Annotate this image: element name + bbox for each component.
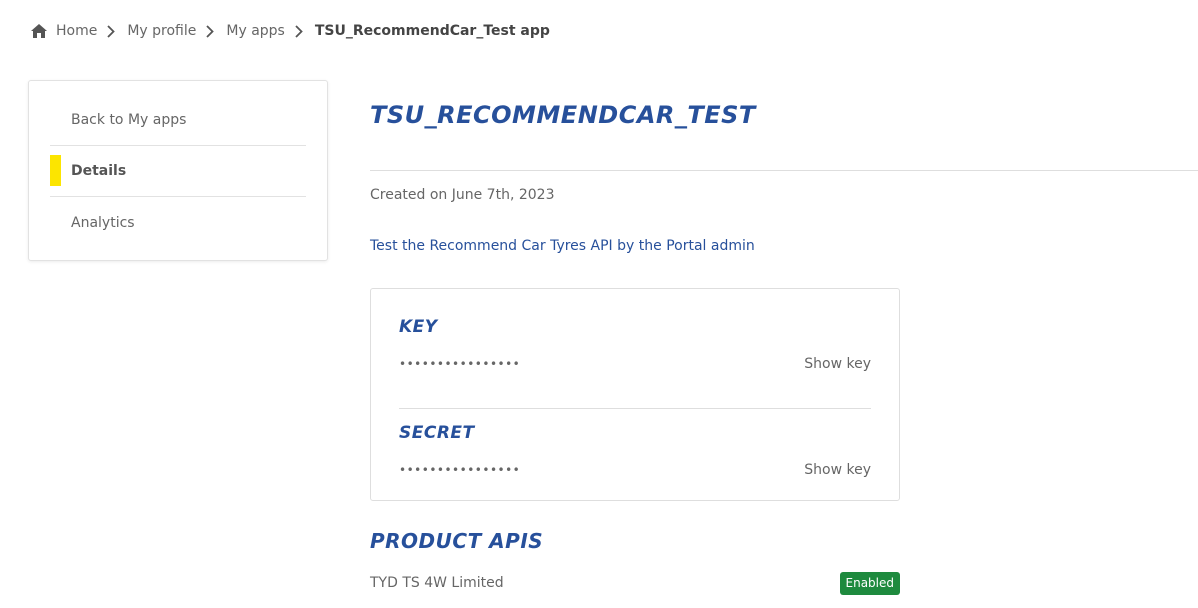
sidebar: Back to My apps Details Analytics: [28, 80, 328, 261]
secret-label: SECRET: [399, 423, 475, 443]
page: Home My profile My apps TSU_RecommendCar…: [0, 0, 1198, 608]
secret-section: SECRET •••••••••••••••• Show key: [399, 408, 871, 502]
main-content: TSU_RECOMMENDCAR_TEST Created on June 7t…: [370, 95, 1198, 595]
sidebar-item-label: Analytics: [71, 214, 135, 231]
sidebar-item-back-to-my-apps[interactable]: Back to My apps: [50, 95, 306, 146]
list-item: TYD TS 4W Limited Enabled: [370, 571, 900, 595]
app-description: Test the Recommend Car Tyres API by the …: [370, 238, 755, 254]
product-apis-heading: PRODUCT APIS: [370, 529, 544, 553]
breadcrumb-my-profile[interactable]: My profile: [127, 23, 196, 39]
show-key-button[interactable]: Show key: [804, 356, 871, 372]
breadcrumb-my-apps[interactable]: My apps: [226, 23, 284, 39]
sidebar-item-analytics[interactable]: Analytics: [50, 197, 306, 248]
home-icon[interactable]: [30, 22, 48, 40]
show-secret-button[interactable]: Show key: [804, 462, 871, 478]
breadcrumb-home[interactable]: Home: [56, 23, 97, 39]
breadcrumb: Home My profile My apps TSU_RecommendCar…: [30, 20, 550, 42]
secret-value-masked: ••••••••••••••••: [399, 463, 521, 477]
created-date: Created on June 7th, 2023: [370, 187, 555, 203]
secret-row: •••••••••••••••• Show key: [399, 460, 871, 480]
breadcrumb-current: TSU_RecommendCar_Test app: [314, 23, 550, 39]
chevron-right-icon: [107, 24, 117, 38]
page-title: TSU_RECOMMENDCAR_TEST: [370, 101, 756, 129]
key-value-masked: ••••••••••••••••: [399, 357, 521, 371]
chevron-right-icon: [295, 24, 305, 38]
active-indicator: [50, 155, 61, 186]
sidebar-item-label: Details: [71, 163, 127, 179]
chevron-right-icon: [206, 24, 216, 38]
key-section: KEY •••••••••••••••• Show key: [399, 317, 871, 408]
divider: [370, 170, 1198, 171]
status-badge: Enabled: [839, 571, 900, 595]
product-name: TYD TS 4W Limited: [370, 575, 504, 591]
credentials-card: KEY •••••••••••••••• Show key SECRET •••…: [370, 288, 900, 501]
sidebar-item-details[interactable]: Details: [50, 146, 306, 197]
key-label: KEY: [399, 317, 438, 337]
sidebar-item-label: Back to My apps: [71, 112, 187, 128]
key-row: •••••••••••••••• Show key: [399, 354, 871, 374]
